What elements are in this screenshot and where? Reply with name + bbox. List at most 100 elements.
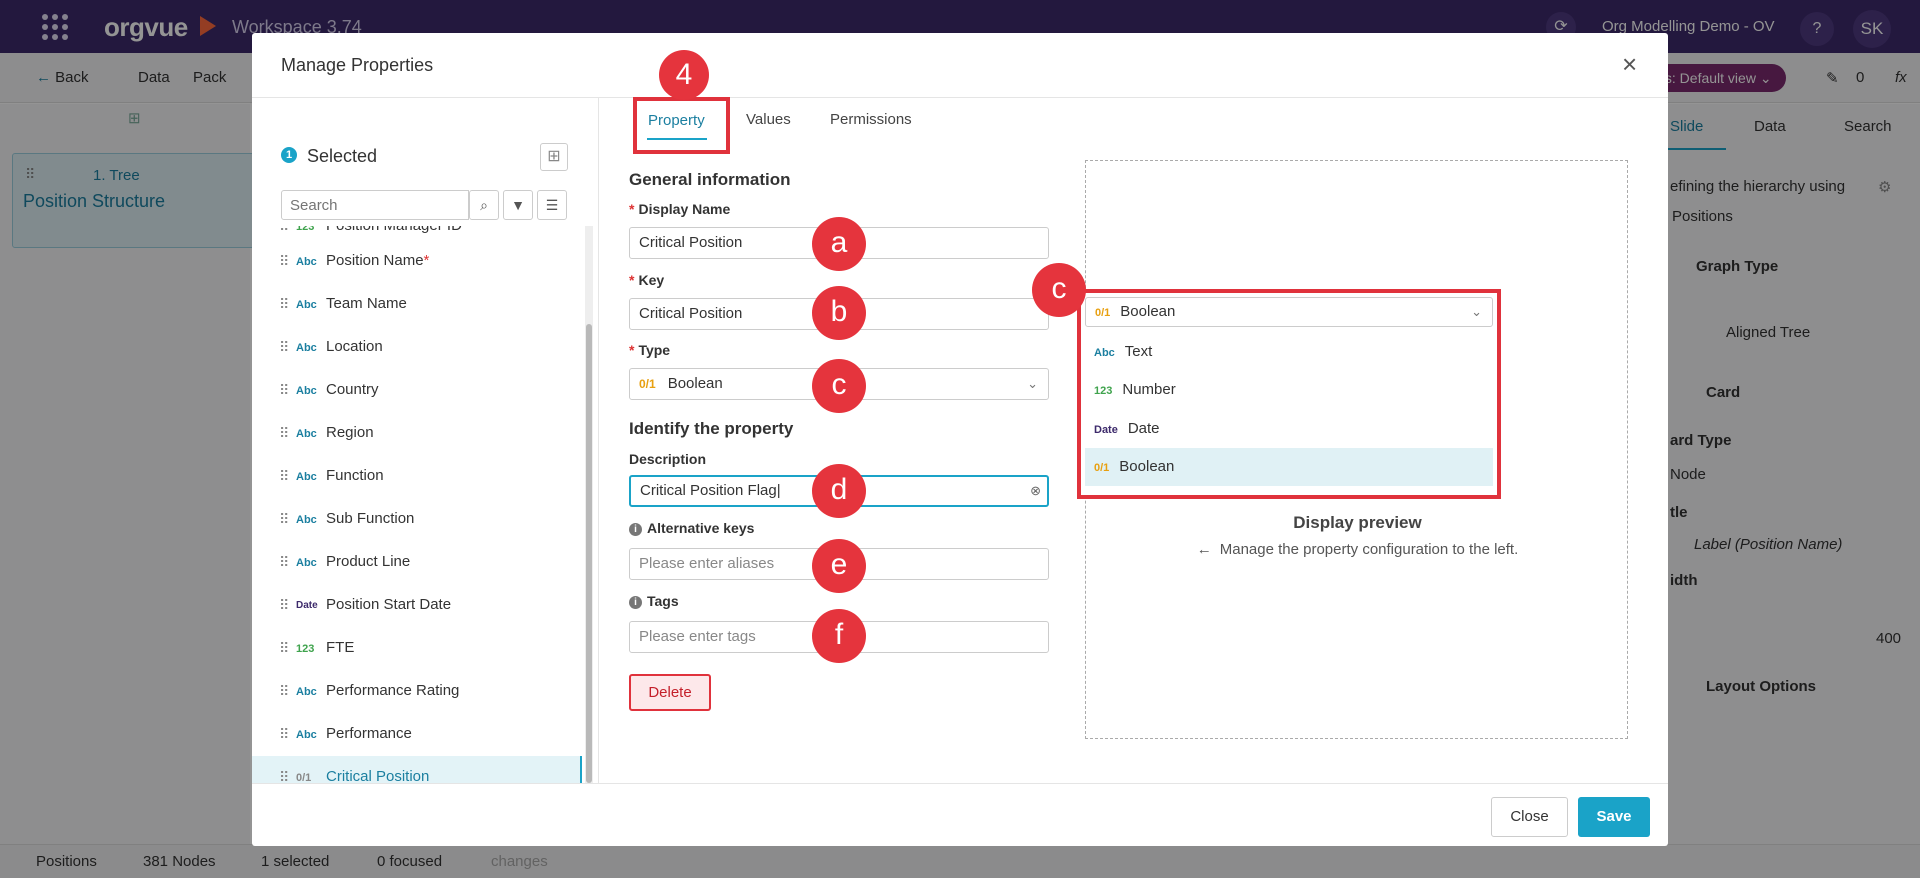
clear-icon[interactable]: ⊗ [1030, 477, 1041, 505]
list-item[interactable]: ⠿ Abc Sub Function [252, 498, 582, 541]
property-name: Function [326, 467, 384, 484]
drag-handle-icon[interactable]: ⠿ [279, 296, 289, 313]
drag-handle-icon[interactable]: ⠿ [279, 226, 289, 235]
type-text-icon: Abc [296, 557, 317, 569]
list-item[interactable]: ⠿ Abc Location [252, 326, 582, 369]
drag-handle-icon[interactable]: ⠿ [279, 726, 289, 743]
chevron-down-icon: ⌄ [1027, 376, 1038, 391]
type-text-icon: Abc [296, 299, 317, 311]
type-label: * Type [629, 342, 671, 358]
drag-handle-icon[interactable]: ⠿ [279, 597, 289, 614]
drag-handle-icon[interactable]: ⠿ [279, 554, 289, 571]
step-callout: 4 [659, 50, 709, 100]
search-icon[interactable]: ⌕ [469, 190, 499, 220]
type-boolean-icon: 0/1 [1095, 307, 1111, 319]
list-item[interactable]: ⠿ Abc Product Line [252, 541, 582, 584]
property-name: Performance [326, 725, 412, 742]
type-date-icon: Date [1094, 424, 1118, 436]
description-label: Description [629, 451, 707, 467]
drag-handle-icon[interactable]: ⠿ [279, 511, 289, 528]
list-item[interactable]: ⠿ Abc Performance Rating [252, 670, 582, 713]
type-text-icon: Abc [296, 428, 317, 440]
type-text-icon: Abc [296, 514, 317, 526]
type-text-icon: Abc [1094, 347, 1115, 359]
list-item[interactable]: ⠿ Abc Function [252, 455, 582, 498]
list-item[interactable]: ⠿ Abc Performance [252, 713, 582, 756]
type-text-icon: Abc [296, 256, 317, 268]
type-number-icon: 123 [1094, 385, 1113, 397]
dialog-footer: Close Save [252, 783, 1668, 846]
list-item[interactable]: ⠿ Abc Position Name* [252, 240, 582, 283]
selected-count-badge: 1 [281, 147, 297, 163]
property-name: Critical Position [326, 768, 430, 783]
tags-label: i Tags [629, 593, 679, 609]
callout-e: e [812, 539, 866, 593]
dropdown-option-text[interactable]: Abc Text [1085, 333, 1493, 371]
info-icon: i [629, 596, 642, 609]
list-item[interactable]: ⠿ Abc Team Name [252, 283, 582, 326]
list-item[interactable]: ⠿ Abc Region [252, 412, 582, 455]
list-item[interactable]: ⠿ Abc Country [252, 369, 582, 412]
type-boolean-icon: 0/1 [296, 772, 312, 783]
display-name-label: * Display Name [629, 201, 731, 217]
drag-handle-icon[interactable]: ⠿ [279, 425, 289, 442]
list-item[interactable]: ⠿ 123 FTE [252, 627, 582, 670]
type-dropdown: 0/1 Boolean ⌄ Abc Text 123 Number Date Date 0… [1077, 289, 1501, 499]
property-name: Location [326, 338, 383, 355]
property-name: Position Manager ID [326, 226, 462, 234]
dialog-title: Manage Properties [281, 55, 434, 75]
tab-values[interactable]: Values [746, 111, 791, 128]
preview-title: Display preview [1293, 513, 1422, 532]
dropdown-option-date[interactable]: Date Date [1085, 410, 1493, 448]
scrollbar-thumb[interactable] [586, 324, 592, 783]
drag-handle-icon[interactable]: ⠿ [279, 683, 289, 700]
type-text-icon: Abc [296, 686, 317, 698]
key-label: * Key [629, 272, 665, 288]
callout-f: f [812, 609, 866, 663]
property-list-pane: 1 Selected ⊞ ⌕ ▼ ☰ ⠿ 123 Position Manage… [252, 98, 599, 783]
filter-icon[interactable]: ▼ [503, 190, 533, 220]
type-text-icon: Abc [296, 385, 317, 397]
preview-hint: ← Manage the property configuration to th… [1196, 541, 1519, 558]
type-number-icon: 123 [296, 226, 315, 233]
drag-handle-icon[interactable]: ⠿ [279, 769, 289, 783]
add-property-button[interactable]: ⊞ [540, 143, 568, 171]
callout-c-dropdown: c [1032, 263, 1086, 317]
type-number-icon: 123 [296, 643, 315, 655]
type-date-icon: Date [296, 600, 318, 611]
search-input[interactable] [281, 190, 469, 220]
type-text-icon: Abc [296, 342, 317, 354]
property-name: Performance Rating [326, 682, 460, 699]
callout-d: d [812, 464, 866, 518]
info-icon: i [629, 523, 642, 536]
property-name: Product Line [326, 553, 411, 570]
drag-handle-icon[interactable]: ⠿ [279, 640, 289, 657]
close-icon[interactable]: × [1622, 51, 1637, 77]
save-button[interactable]: Save [1578, 797, 1650, 837]
property-name: Position Name* [326, 252, 430, 269]
manage-properties-dialog: Manage Properties × 1 Selected ⊞ ⌕ ▼ ☰ ⠿… [252, 33, 1668, 846]
delete-button[interactable]: Delete [629, 674, 711, 711]
drag-handle-icon[interactable]: ⠿ [279, 382, 289, 399]
sort-icon[interactable]: ☰ [537, 190, 567, 220]
property-name: Region [326, 424, 374, 441]
dropdown-option-number[interactable]: 123 Number [1085, 371, 1493, 409]
drag-handle-icon[interactable]: ⠿ [279, 468, 289, 485]
property-name: Sub Function [326, 510, 415, 527]
type-boolean-icon: 0/1 [639, 377, 656, 391]
drag-handle-icon[interactable]: ⠿ [279, 253, 289, 270]
close-button[interactable]: Close [1491, 797, 1568, 837]
type-dropdown-select[interactable]: 0/1 Boolean ⌄ [1085, 297, 1493, 327]
list-item[interactable]: ⠿ Date Position Start Date [252, 584, 582, 627]
tab-permissions[interactable]: Permissions [830, 111, 912, 128]
callout-a: a [812, 217, 866, 271]
dropdown-option-boolean[interactable]: 0/1 Boolean [1085, 448, 1493, 486]
dialog-header: Manage Properties × [252, 33, 1668, 98]
property-name: FTE [326, 639, 355, 656]
property-name: Country [326, 381, 379, 398]
list-item-selected[interactable]: ⠿ 0/1 Critical Position [252, 756, 582, 783]
highlight-box [633, 97, 730, 154]
callout-c: c [812, 359, 866, 413]
alt-keys-label: i Alternative keys [629, 520, 754, 536]
drag-handle-icon[interactable]: ⠿ [279, 339, 289, 356]
